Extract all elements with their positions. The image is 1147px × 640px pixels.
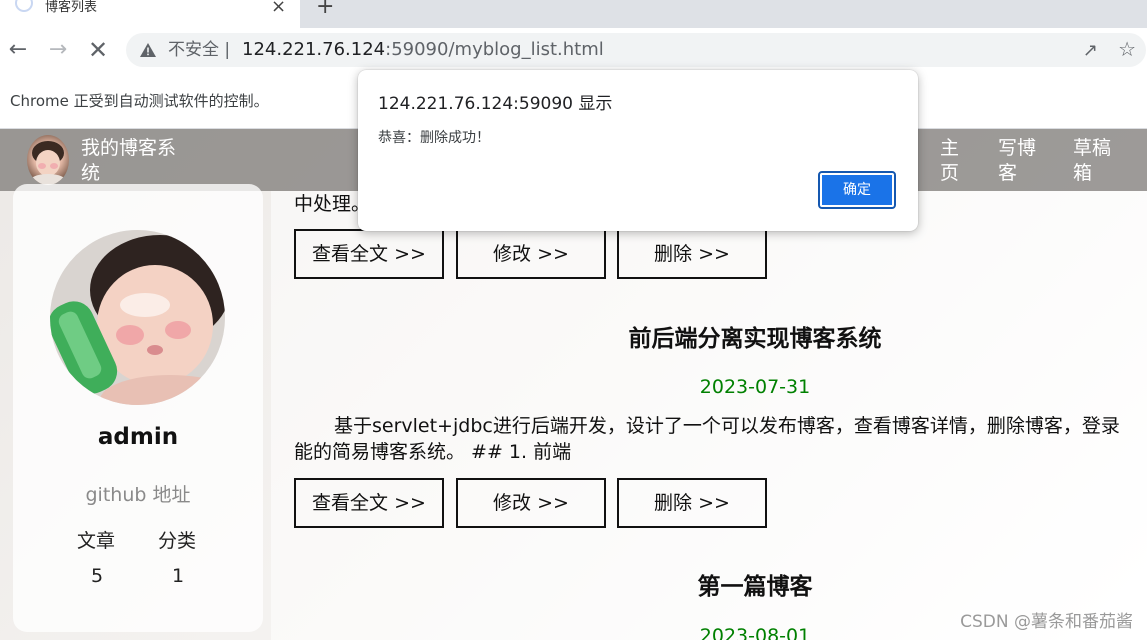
bookmark-star-icon[interactable]: ☆ [1118,37,1136,61]
delete-button[interactable]: 删除 >> [617,229,767,279]
url-text[interactable]: 124.221.76.124:59090/myblog_list.html [242,39,604,61]
share-icon[interactable]: ↗ [1083,40,1098,61]
edit-button[interactable]: 修改 >> [456,478,606,528]
nav-link-write-blog[interactable]: 写博客 [998,136,1048,186]
blog-date: 2023-07-31 [699,376,811,398]
blog-title: 第一篇博客 [697,574,813,600]
browser-tab[interactable]: 博客列表 × [0,0,300,28]
blog-list: 中处理。 查看全文 >> 修改 >> 删除 >> 前后端分离实现博客系统 202… [271,191,1147,640]
dialog-message: 恭喜：删除成功！ [378,130,490,146]
nav-link-drafts[interactable]: 草稿箱 [1073,136,1123,186]
blog-description-cont: 能的简易博客系统。 ## 1. 前端 [294,441,572,463]
ok-button[interactable]: 确定 [818,171,896,209]
automation-notice: Chrome 正受到自动测试软件的控制。 [10,92,269,110]
tab-title: 博客列表 [45,0,98,15]
stat-label-articles: 文章 [77,530,116,552]
stat-label-categories: 分类 [158,530,197,552]
warning-icon [140,43,156,57]
site-title: 我的博客系统 [81,137,177,184]
new-tab-button[interactable]: + [316,0,334,18]
delete-button[interactable]: 删除 >> [617,478,767,528]
url-host: 124.221.76.124 [242,39,386,60]
view-full-button[interactable]: 查看全文 >> [294,478,444,528]
site-logo [27,135,69,185]
avatar [50,230,225,405]
nav-link-home[interactable]: 主页 [940,136,970,186]
view-full-button[interactable]: 查看全文 >> [294,229,444,279]
edit-button[interactable]: 修改 >> [456,229,606,279]
profile-username: admin [97,424,179,450]
blog-description: 基于servlet+jdbc进行后端开发，设计了一个可以发布博客，查看博客详情，… [334,415,1120,437]
browser-toolbar: ← → ✕ 不安全 | 124.221.76.124:59090/myblog_… [0,28,1147,72]
address-bar[interactable]: 不安全 | 124.221.76.124:59090/myblog_list.h… [126,33,1146,67]
tab-strip: 博客列表 × + [0,0,1147,28]
watermark: CSDN @薯条和番茄酱 [960,612,1133,632]
alert-dialog: 124.221.76.124:59090 显示 恭喜：删除成功！ 确定 [358,70,918,231]
url-path: :59090/myblog_list.html [385,39,604,60]
profile-card: admin github 地址 文章 分类 5 1 [13,184,263,632]
stat-value-categories: 1 [172,565,185,587]
back-arrow-icon[interactable]: ← [4,36,32,64]
stop-loading-icon[interactable]: ✕ [84,36,112,64]
forward-arrow-icon[interactable]: → [44,36,72,64]
insecure-label[interactable]: 不安全 | [168,40,230,60]
blog-title: 前后端分离实现博客系统 [628,326,882,352]
dialog-title: 124.221.76.124:59090 显示 [378,94,613,114]
loading-spinner-icon [15,0,33,12]
stat-value-articles: 5 [91,565,104,587]
github-link[interactable]: github 地址 [13,480,263,507]
tab-close-icon[interactable]: × [271,0,286,16]
